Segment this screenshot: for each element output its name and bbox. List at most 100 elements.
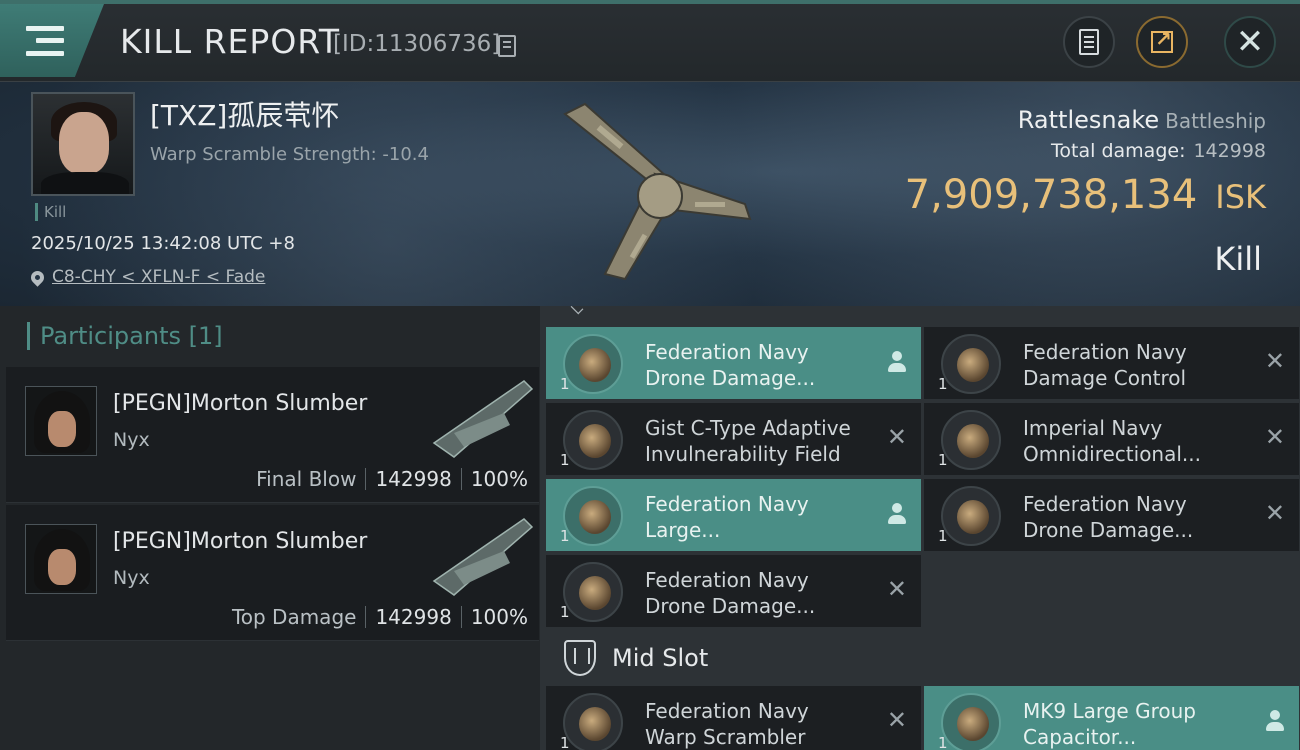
module-name-line1: Federation Navy [645, 699, 809, 723]
close-button[interactable]: ✕ [1224, 16, 1276, 68]
victim-ship-image [563, 102, 752, 281]
module-name-line1: Federation Navy [1023, 340, 1187, 364]
top-bar: KILL REPORT [ID:11306736] ✕ [0, 0, 1300, 82]
module-name-line2: Large... [645, 518, 721, 542]
kill-location-link[interactable]: C8-CHY < XFLN-F < Fade [28, 267, 266, 287]
hamburger-icon [26, 25, 64, 56]
page-title: KILL REPORT [120, 22, 340, 61]
module-name: Federation Navy Drone Damage... [645, 339, 815, 391]
module-name: MK9 Large Group Capacitor... [1023, 698, 1196, 750]
module-quantity: 1 [560, 527, 570, 545]
report-button[interactable] [1063, 16, 1115, 68]
capacitor-icon [941, 693, 1001, 750]
participant-ship: Nyx [113, 567, 150, 589]
victim-name[interactable]: [TXZ]孤辰茕怀 [150, 94, 339, 134]
damage-control-icon [941, 334, 1001, 394]
mid-slot-title: Mid Slot [612, 644, 709, 672]
total-damage-value: 142998 [1193, 140, 1266, 162]
participant-percent: 100% [470, 467, 528, 491]
module-name-line1: Federation Navy [645, 340, 809, 364]
module-name-line2: Drone Damage... [1023, 518, 1194, 542]
module-slot[interactable]: 1 Federation Navy Drone Damage... ✕ [924, 479, 1299, 551]
ship-class: Battleship [1165, 109, 1266, 133]
module-slot[interactable]: 1 Imperial Navy Omnidirectional... ✕ [924, 403, 1299, 475]
share-button[interactable] [1136, 16, 1188, 68]
victim-ship-name[interactable]: Rattlesnake Battleship [1018, 106, 1266, 134]
module-quantity: 1 [560, 734, 570, 750]
close-icon[interactable]: ✕ [887, 577, 907, 601]
drone-damage-icon [563, 562, 623, 622]
participant-row[interactable]: [PEGN]Morton Slumber Nyx Top Damage 1429… [6, 505, 539, 641]
module-name: Federation Navy Drone Damage... [1023, 491, 1193, 543]
report-id: [ID:11306736] [333, 31, 501, 57]
module-name-line1: Federation Navy [645, 568, 809, 592]
participant-name: [PEGN]Morton Slumber [113, 391, 368, 416]
close-icon[interactable]: ✕ [1265, 349, 1285, 373]
warp-scrambler-icon [563, 693, 623, 750]
fitting-panel: 1 Federation Navy Drone Damage... 1 Federati… [540, 306, 1300, 750]
close-icon[interactable]: ✕ [1265, 501, 1285, 525]
module-quantity: 1 [560, 451, 570, 469]
module-quantity: 1 [560, 603, 570, 621]
participant-role: Final Blow [256, 467, 357, 491]
close-icon: ✕ [1235, 22, 1265, 62]
person-icon[interactable] [887, 351, 907, 373]
module-name-line2: Damage Control [1023, 366, 1187, 390]
isk-value: 7,909,738,134 ISK [905, 172, 1266, 218]
avatar [25, 524, 97, 594]
total-damage: Total damage: 142998 [1051, 140, 1266, 162]
kill-datetime: 2025/10/25 13:42:08 UTC +8 [31, 233, 295, 254]
person-icon[interactable] [1265, 710, 1285, 732]
isk-amount: 7,909,738,134 [904, 172, 1198, 218]
module-quantity: 1 [938, 451, 948, 469]
participant-damage: 142998 [375, 467, 452, 491]
module-name-line1: MK9 Large Group [1023, 699, 1196, 723]
module-slot[interactable]: 1 Federation Navy Warp Scrambler ✕ [546, 686, 921, 750]
clipboard-icon [1079, 29, 1099, 55]
module-slot[interactable]: 1 Federation Navy Drone Damage... ✕ [546, 555, 921, 627]
module-name-line1: Gist C-Type Adaptive [645, 416, 851, 440]
menu-button[interactable] [0, 4, 104, 77]
module-name-line1: Federation Navy [1023, 492, 1187, 516]
module-slot[interactable]: 1 MK9 Large Group Capacitor... [924, 686, 1299, 750]
module-quantity: 1 [938, 734, 948, 750]
close-icon[interactable]: ✕ [887, 708, 907, 732]
module-slot[interactable]: 1 Gist C-Type Adaptive Invulnerability Fie… [546, 403, 921, 475]
invulnerability-field-icon [563, 410, 623, 470]
kill-tag: Kill [35, 203, 66, 221]
participants-panel: Participants [1] [PEGN]Morton Slumber Ny… [0, 306, 540, 750]
copy-icon[interactable] [498, 35, 516, 57]
module-name: Gist C-Type Adaptive Invulnerability Fiel… [645, 415, 851, 467]
module-name-line2: Capacitor... [1023, 725, 1137, 749]
mid-slot-header: Mid Slot [564, 640, 708, 676]
module-name: Federation Navy Drone Damage... [645, 567, 815, 619]
chevron-down-icon[interactable] [570, 306, 584, 315]
participant-stats: Top Damage 142998 100% [232, 605, 528, 629]
location-pin-icon [28, 267, 47, 287]
victim-panel: [TXZ]孤辰茕怀 Warp Scramble Strength: -10.4 … [0, 82, 1300, 306]
module-name: Imperial Navy Omnidirectional... [1023, 415, 1201, 467]
module-name-line1: Federation Navy [645, 492, 809, 516]
participant-row[interactable]: [PEGN]Morton Slumber Nyx Final Blow 1429… [6, 367, 539, 503]
close-icon[interactable]: ✕ [887, 425, 907, 449]
capacitor-booster-icon [563, 486, 623, 546]
module-slot[interactable]: 1 Federation Navy Large... [546, 479, 921, 551]
module-slot[interactable]: 1 Federation Navy Drone Damage... [546, 327, 921, 399]
result-label: Kill [1214, 240, 1262, 278]
module-name-line1: Imperial Navy [1023, 416, 1163, 440]
module-quantity: 1 [938, 527, 948, 545]
module-name-line2: Drone Damage... [645, 594, 816, 618]
module-slot[interactable]: 1 Federation Navy Damage Control ✕ [924, 327, 1299, 399]
module-name-line2: Invulnerability Field [645, 442, 841, 466]
location-text: C8-CHY < XFLN-F < Fade [52, 267, 266, 287]
isk-unit: ISK [1215, 178, 1266, 216]
close-icon[interactable]: ✕ [1265, 425, 1285, 449]
participant-ship: Nyx [113, 429, 150, 451]
omnidirectional-icon [941, 410, 1001, 470]
warp-scramble-strength: Warp Scramble Strength: -10.4 [150, 144, 429, 165]
module-name-line2: Warp Scrambler [645, 725, 806, 749]
person-icon[interactable] [887, 503, 907, 525]
victim-portrait[interactable] [31, 92, 135, 196]
participant-stats: Final Blow 142998 100% [256, 467, 528, 491]
participants-title: Participants [1] [27, 322, 223, 350]
